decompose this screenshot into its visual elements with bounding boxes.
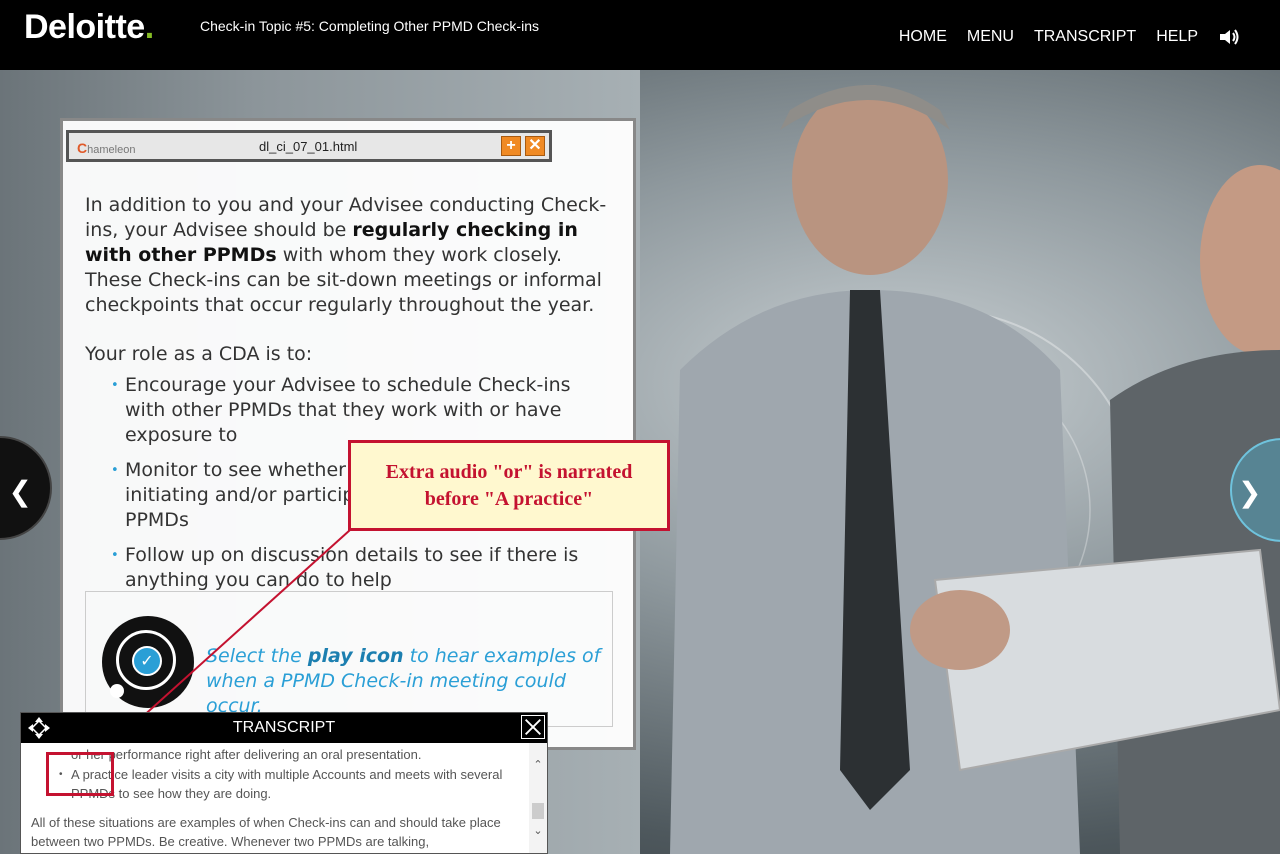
annotation-callout: Extra audio "or" is narrated before "A p… bbox=[348, 440, 670, 531]
callout-line-2: before "A practice" bbox=[424, 488, 594, 510]
role-bullet-2-line3: PPMDs bbox=[125, 509, 189, 531]
chameleon-logo-c: C bbox=[77, 140, 88, 156]
play-dial-button[interactable]: ✓ bbox=[102, 616, 194, 708]
card-body: In addition to you and your Advisee cond… bbox=[85, 193, 615, 603]
play-instruction: Select the play icon to hear examples of… bbox=[206, 644, 606, 719]
bullet-dot-icon: • bbox=[59, 769, 63, 780]
main-nav: HOME MENU TRANSCRIPT HELP bbox=[879, 27, 1240, 47]
play-cta-box: ✓ Select the play icon to hear examples … bbox=[85, 591, 613, 727]
intro-paragraph: In addition to you and your Advisee cond… bbox=[85, 193, 615, 318]
nav-help[interactable]: HELP bbox=[1156, 28, 1198, 46]
checkmark-icon: ✓ bbox=[132, 646, 162, 676]
transcript-bullet: • A practice leader visits a city with m… bbox=[59, 765, 511, 803]
nav-transcript[interactable]: TRANSCRIPT bbox=[1034, 28, 1136, 46]
logo-text: Deloitte bbox=[24, 8, 145, 46]
chevron-right-icon: ❯ bbox=[1238, 476, 1262, 509]
content-card: In addition to you and your Advisee cond… bbox=[60, 118, 636, 750]
callout-line-1: Extra audio "or" is narrated bbox=[385, 461, 633, 483]
transcript-title: TRANSCRIPT bbox=[232, 719, 336, 736]
chameleon-logo: Chameleon bbox=[77, 140, 135, 156]
role-bullet-3: Follow up on discussion details to see i… bbox=[111, 543, 615, 593]
cta-bold: play icon bbox=[307, 645, 404, 667]
deloitte-logo[interactable]: Deloitte. bbox=[24, 8, 154, 47]
scroll-thumb[interactable] bbox=[532, 803, 544, 819]
transcript-bullet-text: A practice leader visits a city with mul… bbox=[71, 767, 503, 801]
transcript-line: or her performance right after deliverin… bbox=[71, 747, 422, 762]
course-title: Check-in Topic #5: Completing Other PPMD… bbox=[200, 18, 539, 34]
role-bullet-2-line2: initiating and/or participa bbox=[125, 484, 367, 506]
chameleon-close-button[interactable]: ✕ bbox=[525, 136, 545, 156]
chameleon-toolbar: Chameleon dl_ci_07_01.html + ✕ bbox=[66, 130, 552, 162]
transcript-body: or her performance right after deliverin… bbox=[21, 743, 529, 853]
dial-knob[interactable] bbox=[110, 684, 124, 698]
transcript-header: TRANSCRIPT bbox=[21, 713, 547, 743]
transcript-paragraph: All of these situations are examples of … bbox=[31, 815, 501, 849]
cta-prefix: Select the bbox=[206, 645, 308, 667]
logo-dot: . bbox=[144, 8, 154, 46]
speaker-icon[interactable] bbox=[1218, 27, 1240, 47]
role-bullet-2-line1: Monitor to see whether c bbox=[125, 459, 363, 481]
background-people-illustration bbox=[670, 85, 1280, 854]
chevron-left-icon: ❮ bbox=[8, 475, 32, 508]
chameleon-logo-text: hameleon bbox=[87, 144, 136, 156]
transcript-panel: TRANSCRIPT or her performance right afte… bbox=[20, 712, 548, 854]
top-bar: Deloitte. Check-in Topic #5: Completing … bbox=[0, 0, 1280, 70]
chameleon-add-button[interactable]: + bbox=[501, 136, 521, 156]
chameleon-filename: dl_ci_07_01.html bbox=[259, 139, 358, 154]
nav-menu[interactable]: MENU bbox=[967, 28, 1014, 46]
role-bullet-1: Encourage your Advisee to schedule Check… bbox=[111, 373, 615, 448]
role-heading: Your role as a CDA is to: bbox=[85, 343, 313, 365]
transcript-scrollbar[interactable]: ⌃ ⌄ bbox=[529, 743, 547, 853]
close-icon[interactable] bbox=[521, 715, 545, 739]
scroll-up-icon[interactable]: ⌃ bbox=[532, 759, 544, 771]
scroll-down-icon[interactable]: ⌄ bbox=[532, 825, 544, 837]
nav-home[interactable]: HOME bbox=[899, 28, 947, 46]
